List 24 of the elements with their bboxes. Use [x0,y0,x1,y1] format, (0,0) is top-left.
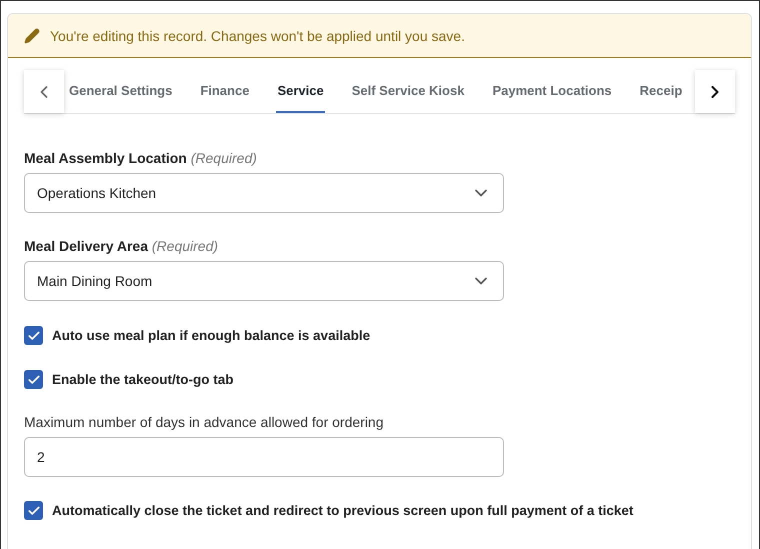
tab[interactable]: Finance [199,70,250,113]
checkbox[interactable] [24,326,43,345]
pencil-icon [24,28,40,44]
tab[interactable]: Service [276,70,325,113]
input-field[interactable]: 2 [24,437,504,477]
checkbox[interactable] [24,501,43,520]
checkbox[interactable] [24,370,43,389]
field-label: Meal Assembly Location (Required) [24,150,258,166]
field-label: Maximum number of days in advance allowed for ordering [24,414,385,430]
tab[interactable]: Self Service Kiosk [350,70,466,113]
tab[interactable]: Payment Locations [491,70,613,113]
dropdown[interactable]: Operations Kitchen [24,173,504,213]
scroll-right-button[interactable] [695,70,735,113]
tab[interactable]: General Settings [68,70,174,113]
checkbox-label: Enable the takeout/to-go tab [52,372,234,387]
checkmark-icon [26,328,40,342]
checkmark-icon [26,504,40,518]
checkbox-label: Auto use meal plan if enough balance is available [52,328,370,343]
checkbox-label: Automatically close the ticket and redirect to previous screen upon full payment of a ticket [52,503,634,518]
dropdown[interactable]: Main Dining Room [24,261,504,301]
checkmark-icon [26,372,40,386]
tab[interactable]: Receip [638,70,684,113]
edit-notice-text: You're editing this record. Changes won't be applied until you save. [50,28,465,44]
field-label: Meal Delivery Area (Required) [24,238,220,254]
